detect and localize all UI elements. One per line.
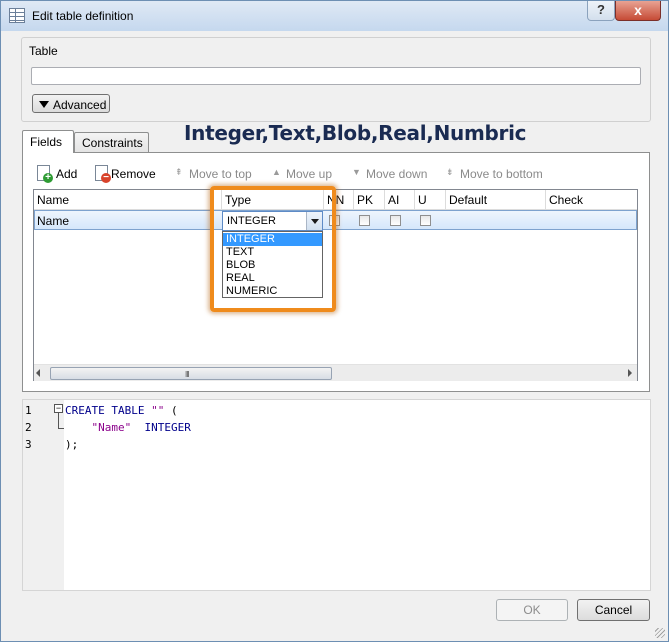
sql-line-2: "Name" INTEGER [91, 421, 191, 434]
move-to-bottom-icon: ⇟ [446, 167, 454, 177]
add-field-button[interactable]: + Add [37, 165, 77, 183]
title-bar[interactable]: Edit table definition ? x [1, 1, 668, 31]
resize-grip-icon[interactable] [655, 628, 665, 638]
edit-table-dialog: Edit table definition ? x Table Advanced… [0, 0, 669, 642]
advanced-button[interactable]: Advanced [32, 94, 110, 113]
add-field-icon: + [37, 165, 53, 183]
move-down-label: Move down [366, 167, 428, 181]
column-header-name[interactable]: Name [34, 190, 222, 210]
sql-line-1: CREATE TABLE "" ( [65, 404, 178, 417]
pk-checkbox[interactable] [359, 215, 370, 226]
scroll-left-icon[interactable] [36, 369, 40, 377]
move-up-label: Move up [286, 167, 333, 181]
fold-end [58, 428, 64, 429]
default-cell[interactable] [447, 211, 547, 229]
table-name-input[interactable] [31, 67, 641, 85]
line-number: 1 [25, 404, 32, 417]
scroll-thumb[interactable]: III [50, 367, 332, 380]
unique-checkbox[interactable] [420, 215, 431, 226]
ok-button[interactable]: OK [496, 599, 568, 621]
tab-constraints[interactable]: Constraints [74, 132, 149, 153]
line-number: 2 [25, 421, 32, 434]
column-header-check[interactable]: Check [546, 190, 637, 210]
move-up-button[interactable]: ▲ Move up [271, 165, 333, 183]
move-down-button[interactable]: ▼ Move down [351, 165, 427, 183]
cancel-button[interactable]: Cancel [577, 599, 650, 621]
column-header-u[interactable]: U [415, 190, 446, 210]
scroll-right-icon[interactable] [628, 369, 632, 377]
fold-minus-icon[interactable]: − [54, 404, 63, 413]
table-icon [9, 8, 25, 23]
advanced-label: Advanced [53, 98, 107, 112]
close-button[interactable]: x [615, 1, 661, 21]
move-to-top-button[interactable]: ⇞ Move to top [174, 165, 254, 183]
tab-fields[interactable]: Fields [22, 130, 74, 153]
line-number-gutter: 1 2 3 − [23, 400, 64, 590]
move-to-top-label: Move to top [189, 167, 252, 181]
check-cell[interactable] [547, 211, 637, 229]
line-number: 3 [25, 438, 32, 451]
column-header-default[interactable]: Default [446, 190, 546, 210]
move-to-bottom-button[interactable]: ⇟ Move to bottom [445, 165, 543, 183]
ai-checkbox[interactable] [390, 215, 401, 226]
horizontal-scrollbar[interactable]: III [34, 364, 637, 381]
move-up-icon: ▲ [272, 167, 281, 177]
window-title: Edit table definition [32, 9, 134, 23]
table-group-label: Table [29, 44, 58, 58]
move-down-icon: ▼ [352, 167, 361, 177]
fold-line [58, 413, 59, 429]
scroll-grip: III [185, 370, 190, 379]
help-button[interactable]: ? [587, 1, 615, 21]
remove-field-icon: − [95, 165, 111, 183]
sql-line-3: ); [65, 438, 79, 451]
sql-editor[interactable]: 1 2 3 − CREATE TABLE "" ( "Name" INTEGER… [22, 399, 651, 591]
remove-field-button[interactable]: − Remove [95, 165, 156, 183]
triangle-down-icon [39, 101, 49, 108]
field-name-cell[interactable]: Name [35, 211, 221, 229]
remove-label: Remove [111, 167, 156, 181]
column-header-ai[interactable]: AI [385, 190, 415, 210]
highlight-box [210, 186, 336, 312]
move-to-bottom-label: Move to bottom [460, 167, 543, 181]
annotation-text: Integer,Text,Blob,Real,Numbric [184, 121, 527, 145]
column-header-pk[interactable]: PK [354, 190, 385, 210]
move-to-top-icon: ⇞ [175, 167, 183, 177]
add-label: Add [56, 167, 78, 181]
